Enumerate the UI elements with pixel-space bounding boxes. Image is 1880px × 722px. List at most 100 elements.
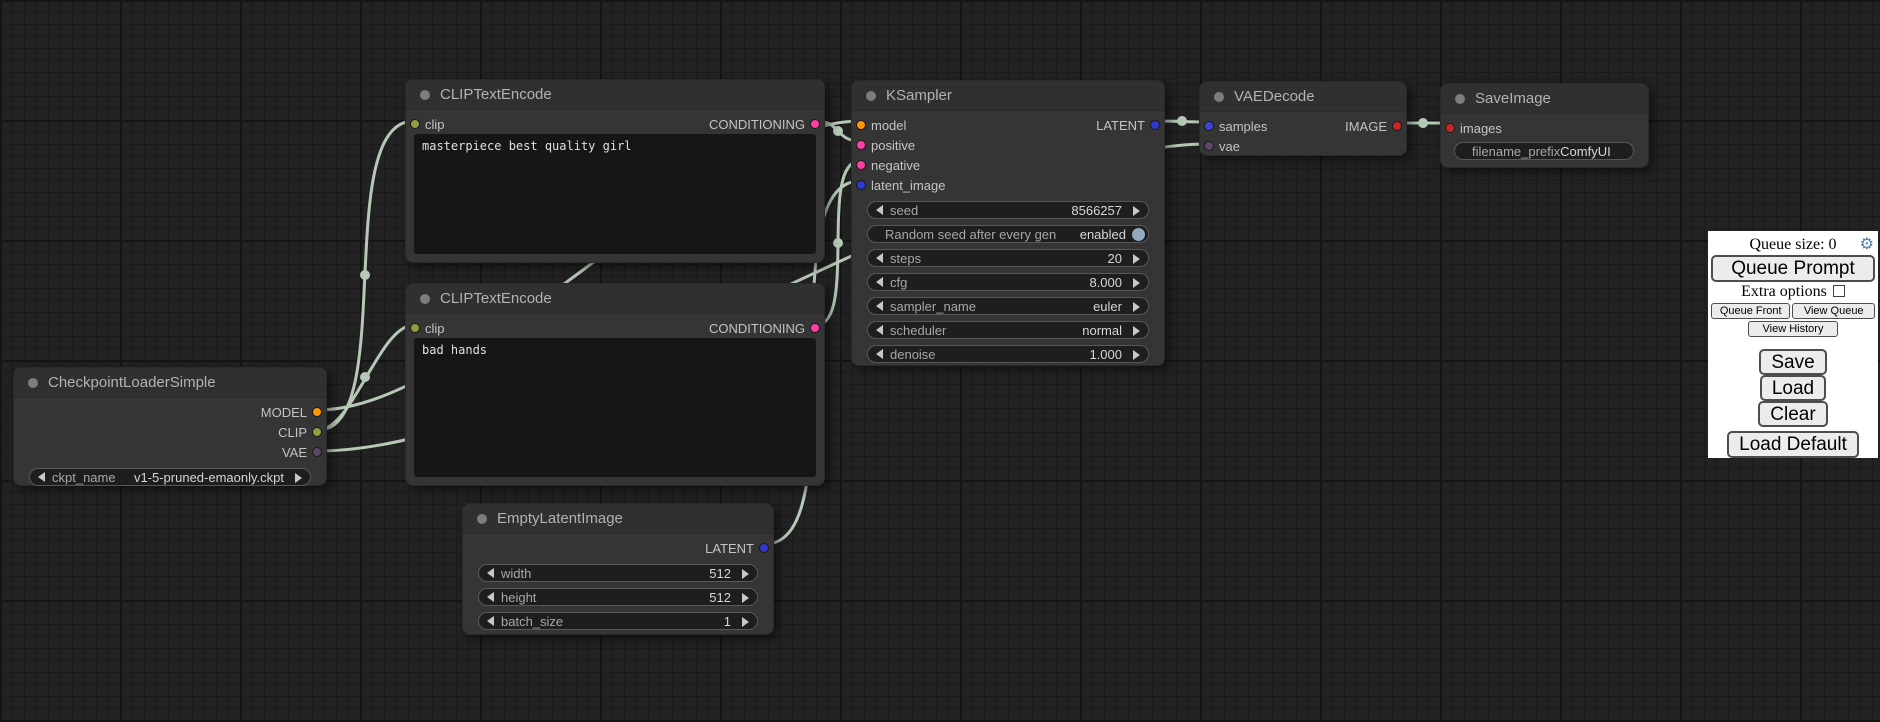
input-port-positive[interactable] [856,140,866,150]
view-history-button[interactable]: View History [1748,321,1838,337]
node-title: CheckpointLoaderSimple [48,374,216,391]
node-status-dot [1455,94,1465,104]
save-button[interactable]: Save [1759,349,1826,375]
output-port-image[interactable] [1392,121,1402,131]
decrement-arrow-icon[interactable] [876,253,883,263]
node-title: EmptyLatentImage [497,510,623,527]
input-port-vae[interactable] [1204,141,1214,151]
port-row: model LATENT [852,115,1164,135]
clear-button[interactable]: Clear [1758,401,1827,427]
widget-cfg[interactable]: cfg 8.000 [867,273,1149,291]
node-title-bar[interactable]: EmptyLatentImage [463,504,773,534]
widget-seed[interactable]: seed 8566257 [867,201,1149,219]
node-title-bar[interactable]: SaveImage [1441,84,1648,114]
port-row: MODEL [14,402,326,422]
toggle-enabled-icon[interactable] [1132,228,1145,241]
extra-options-checkbox[interactable] [1833,285,1845,297]
increment-arrow-icon[interactable] [1133,206,1140,216]
link-midpoint-dot [1177,116,1187,126]
increment-arrow-icon[interactable] [295,473,302,483]
output-port-latent[interactable] [1150,120,1160,130]
port-row: clip CONDITIONING [406,114,824,134]
port-row: samples IMAGE [1200,116,1406,136]
node-title: CLIPTextEncode [440,290,552,307]
decrement-arrow-icon[interactable] [876,325,883,335]
output-port-conditioning[interactable] [810,323,820,333]
widget-height[interactable]: height 512 [478,588,758,606]
node-clip-text-encode-positive[interactable]: CLIPTextEncode clip CONDITIONING masterp… [405,79,825,263]
output-port-latent[interactable] [759,543,769,553]
node-save-image[interactable]: SaveImage images filename_prefix ComfyUI [1440,83,1649,168]
node-title-bar[interactable]: CLIPTextEncode [406,80,824,110]
increment-arrow-icon[interactable] [1133,302,1140,312]
decrement-arrow-icon[interactable] [487,568,494,578]
node-status-dot [28,378,38,388]
node-empty-latent-image[interactable]: EmptyLatentImage LATENT width 512 height… [462,503,774,635]
decrement-arrow-icon[interactable] [487,592,494,602]
decrement-arrow-icon[interactable] [876,349,883,359]
increment-arrow-icon[interactable] [742,593,749,603]
port-row: vae [1200,136,1406,156]
input-port-negative[interactable] [856,160,866,170]
comfyui-canvas[interactable]: { "canvas": { "bg_color": "#222222", "li… [0,0,1880,722]
node-checkpoint-loader-simple[interactable]: CheckpointLoaderSimple MODEL CLIP VAE ck… [13,367,327,486]
decrement-arrow-icon[interactable] [876,301,883,311]
decrement-arrow-icon[interactable] [487,616,494,626]
increment-arrow-icon[interactable] [1133,326,1140,336]
port-row: negative [852,155,1164,175]
decrement-arrow-icon[interactable] [38,472,45,482]
queue-menu-panel[interactable]: Queue size: 0 ⚙ Queue Prompt Extra optio… [1708,231,1878,458]
prompt-textarea[interactable]: masterpiece best quality girl [414,134,816,254]
port-row: LATENT [463,538,773,558]
view-queue-button[interactable]: View Queue [1792,303,1875,319]
output-port-conditioning[interactable] [810,119,820,129]
input-port-images[interactable] [1445,123,1455,133]
widget-ckpt-name[interactable]: ckpt_name v1-5-pruned-emaonly.ckpt [29,468,311,486]
queue-prompt-button[interactable]: Queue Prompt [1711,255,1875,282]
link-midpoint-dot [833,126,843,136]
output-port-clip[interactable] [312,427,322,437]
widget-batch-size[interactable]: batch_size 1 [478,612,758,630]
output-port-model[interactable] [312,407,322,417]
node-title: CLIPTextEncode [440,86,552,103]
prompt-textarea[interactable]: bad hands [414,338,816,477]
output-port-vae[interactable] [312,447,322,457]
widget-steps[interactable]: steps 20 [867,249,1149,267]
input-port-samples[interactable] [1204,121,1214,131]
load-button[interactable]: Load [1760,375,1826,401]
node-status-dot [420,294,430,304]
gear-icon[interactable]: ⚙ [1860,235,1874,253]
widget-sampler-name[interactable]: sampler_name euler [867,297,1149,315]
load-default-button[interactable]: Load Default [1727,431,1859,458]
widget-filename-prefix[interactable]: filename_prefix ComfyUI [1454,142,1634,160]
link-midpoint-dot [360,372,370,382]
node-vae-decode[interactable]: VAEDecode samples IMAGE vae [1199,81,1407,156]
increment-arrow-icon[interactable] [1133,350,1140,360]
increment-arrow-icon[interactable] [1133,254,1140,264]
node-title: SaveImage [1475,90,1551,107]
queue-size-label: Queue size: 0 [1749,236,1836,253]
extra-options-label: Extra options [1741,283,1827,300]
increment-arrow-icon[interactable] [742,617,749,627]
input-port-clip[interactable] [410,323,420,333]
node-title-bar[interactable]: KSampler [852,81,1164,111]
node-title-bar[interactable]: CLIPTextEncode [406,284,824,314]
widget-width[interactable]: width 512 [478,564,758,582]
widget-scheduler[interactable]: scheduler normal [867,321,1149,339]
widget-random-seed-toggle[interactable]: Random seed after every gen enabled [867,225,1149,243]
input-port-clip[interactable] [410,119,420,129]
decrement-arrow-icon[interactable] [876,205,883,215]
node-ksampler[interactable]: KSampler model LATENT positive negative … [851,80,1165,366]
widget-denoise[interactable]: denoise 1.000 [867,345,1149,363]
increment-arrow-icon[interactable] [742,569,749,579]
queue-front-button[interactable]: Queue Front [1711,303,1790,319]
node-status-dot [477,514,487,524]
node-clip-text-encode-negative[interactable]: CLIPTextEncode clip CONDITIONING bad han… [405,283,825,486]
node-title-bar[interactable]: VAEDecode [1200,82,1406,112]
port-row: CLIP [14,422,326,442]
input-port-model[interactable] [856,120,866,130]
decrement-arrow-icon[interactable] [876,277,883,287]
increment-arrow-icon[interactable] [1133,278,1140,288]
node-title-bar[interactable]: CheckpointLoaderSimple [14,368,326,398]
input-port-latent-image[interactable] [856,180,866,190]
